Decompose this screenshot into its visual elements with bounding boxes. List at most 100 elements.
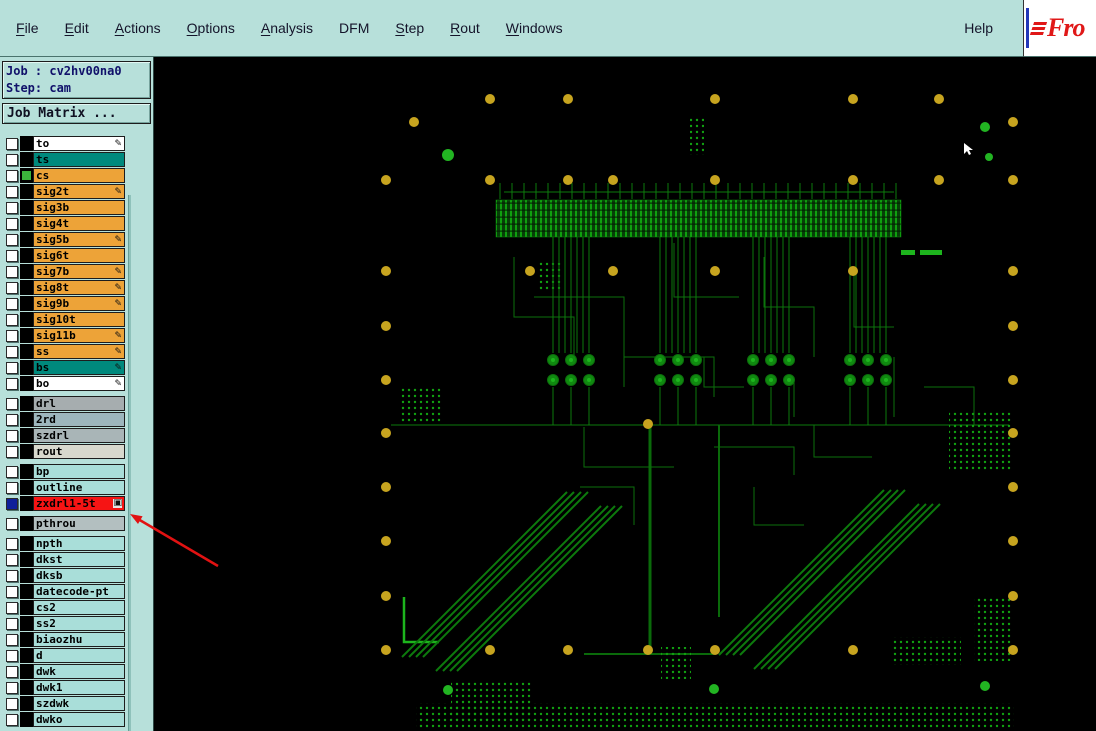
layer-swatch-dwk1[interactable]	[20, 680, 33, 695]
pcb-viewport[interactable]	[153, 57, 1096, 731]
layer-swatch-sig9b[interactable]	[20, 296, 33, 311]
layer-swatch-bo[interactable]	[20, 376, 33, 391]
menu-step[interactable]: Step	[395, 20, 424, 36]
layer-checkbox-dkst[interactable]	[5, 553, 18, 566]
layer-name-to[interactable]: to ✎	[33, 136, 125, 151]
layer-checkbox-2rd[interactable]	[5, 413, 18, 426]
menu-dfm[interactable]: DFM	[339, 20, 369, 36]
layer-swatch-2rd[interactable]	[20, 412, 33, 427]
menu-file[interactable]: File	[16, 20, 39, 36]
layer-name-szdrl[interactable]: szdrl	[33, 428, 125, 443]
layer-checkbox-pthrou[interactable]	[5, 517, 18, 530]
menu-edit[interactable]: Edit	[65, 20, 89, 36]
layer-name-zxdrl1-5t[interactable]: zxdrl1-5t ▣	[33, 496, 125, 511]
layer-name-sig7b[interactable]: sig7b ✎	[33, 264, 125, 279]
layer-checkbox-cs[interactable]	[5, 169, 18, 182]
layer-list-scrollbar[interactable]	[128, 195, 131, 731]
layer-swatch-zxdrl1-5t[interactable]	[20, 496, 33, 511]
layer-name-rout[interactable]: rout	[33, 444, 125, 459]
layer-name-sig8t[interactable]: sig8t ✎	[33, 280, 125, 295]
layer-name-d[interactable]: d	[33, 648, 125, 663]
layer-checkbox-sig11b[interactable]	[5, 329, 18, 342]
layer-swatch-bs[interactable]	[20, 360, 33, 375]
layer-name-ss[interactable]: ss ✎	[33, 344, 125, 359]
layer-name-sig4t[interactable]: sig4t	[33, 216, 125, 231]
layer-swatch-sig7b[interactable]	[20, 264, 33, 279]
layer-name-sig6t[interactable]: sig6t	[33, 248, 125, 263]
layer-swatch-to[interactable]	[20, 136, 33, 151]
layer-name-sig3b[interactable]: sig3b	[33, 200, 125, 215]
layer-swatch-sig11b[interactable]	[20, 328, 33, 343]
layer-swatch-ss2[interactable]	[20, 616, 33, 631]
layer-swatch-sig10t[interactable]	[20, 312, 33, 327]
layer-name-cs2[interactable]: cs2	[33, 600, 125, 615]
layer-checkbox-biaozhu[interactable]	[5, 633, 18, 646]
layer-name-npth[interactable]: npth	[33, 536, 125, 551]
layer-swatch-sig2t[interactable]	[20, 184, 33, 199]
menu-actions[interactable]: Actions	[115, 20, 161, 36]
layer-checkbox-dwk1[interactable]	[5, 681, 18, 694]
layer-checkbox-dwk[interactable]	[5, 665, 18, 678]
layer-swatch-dkst[interactable]	[20, 552, 33, 567]
layer-name-biaozhu[interactable]: biaozhu	[33, 632, 125, 647]
layer-checkbox-sig6t[interactable]	[5, 249, 18, 262]
layer-checkbox-ts[interactable]	[5, 153, 18, 166]
layer-swatch-sig5b[interactable]	[20, 232, 33, 247]
layer-name-dkst[interactable]: dkst	[33, 552, 125, 567]
layer-name-sig2t[interactable]: sig2t ✎	[33, 184, 125, 199]
layer-swatch-d[interactable]	[20, 648, 33, 663]
layer-checkbox-sig3b[interactable]	[5, 201, 18, 214]
layer-checkbox-bs[interactable]	[5, 361, 18, 374]
layer-checkbox-zxdrl1-5t[interactable]	[5, 497, 18, 510]
layer-checkbox-cs2[interactable]	[5, 601, 18, 614]
layer-checkbox-d[interactable]	[5, 649, 18, 662]
layer-swatch-dksb[interactable]	[20, 568, 33, 583]
layer-swatch-szdrl[interactable]	[20, 428, 33, 443]
layer-checkbox-dksb[interactable]	[5, 569, 18, 582]
layer-swatch-dwko[interactable]	[20, 712, 33, 727]
layer-name-dksb[interactable]: dksb	[33, 568, 125, 583]
layer-swatch-sig3b[interactable]	[20, 200, 33, 215]
layer-swatch-ts[interactable]	[20, 152, 33, 167]
layer-checkbox-ss[interactable]	[5, 345, 18, 358]
menu-analysis[interactable]: Analysis	[261, 20, 313, 36]
layer-checkbox-szdwk[interactable]	[5, 697, 18, 710]
layer-checkbox-outline[interactable]	[5, 481, 18, 494]
layer-swatch-bp[interactable]	[20, 464, 33, 479]
layer-name-bo[interactable]: bo ✎	[33, 376, 125, 391]
menu-rout[interactable]: Rout	[450, 20, 480, 36]
layer-swatch-szdwk[interactable]	[20, 696, 33, 711]
layer-name-dwk[interactable]: dwk	[33, 664, 125, 679]
layer-checkbox-sig5b[interactable]	[5, 233, 18, 246]
layer-name-sig11b[interactable]: sig11b ✎	[33, 328, 125, 343]
layer-swatch-rout[interactable]	[20, 444, 33, 459]
layer-swatch-dwk[interactable]	[20, 664, 33, 679]
layer-name-pthrou[interactable]: pthrou	[33, 516, 125, 531]
layer-swatch-drl[interactable]	[20, 396, 33, 411]
layer-name-sig10t[interactable]: sig10t	[33, 312, 125, 327]
layer-name-szdwk[interactable]: szdwk	[33, 696, 125, 711]
layer-name-datecode-pt[interactable]: datecode-pt	[33, 584, 125, 599]
layer-checkbox-drl[interactable]	[5, 397, 18, 410]
layer-checkbox-datecode-pt[interactable]	[5, 585, 18, 598]
layer-name-sig9b[interactable]: sig9b ✎	[33, 296, 125, 311]
layer-swatch-sig8t[interactable]	[20, 280, 33, 295]
layer-swatch-cs2[interactable]	[20, 600, 33, 615]
layer-checkbox-sig8t[interactable]	[5, 281, 18, 294]
layer-checkbox-sig7b[interactable]	[5, 265, 18, 278]
layer-name-drl[interactable]: drl	[33, 396, 125, 411]
layer-checkbox-dwko[interactable]	[5, 713, 18, 726]
layer-checkbox-npth[interactable]	[5, 537, 18, 550]
menu-options[interactable]: Options	[187, 20, 235, 36]
layer-name-cs[interactable]: cs	[33, 168, 125, 183]
layer-swatch-sig4t[interactable]	[20, 216, 33, 231]
layer-checkbox-ss2[interactable]	[5, 617, 18, 630]
layer-name-dwko[interactable]: dwko	[33, 712, 125, 727]
layer-name-2rd[interactable]: 2rd	[33, 412, 125, 427]
layer-swatch-ss[interactable]	[20, 344, 33, 359]
layer-name-bs[interactable]: bs ✎	[33, 360, 125, 375]
layer-name-bp[interactable]: bp	[33, 464, 125, 479]
layer-checkbox-sig2t[interactable]	[5, 185, 18, 198]
layer-swatch-outline[interactable]	[20, 480, 33, 495]
layer-swatch-biaozhu[interactable]	[20, 632, 33, 647]
